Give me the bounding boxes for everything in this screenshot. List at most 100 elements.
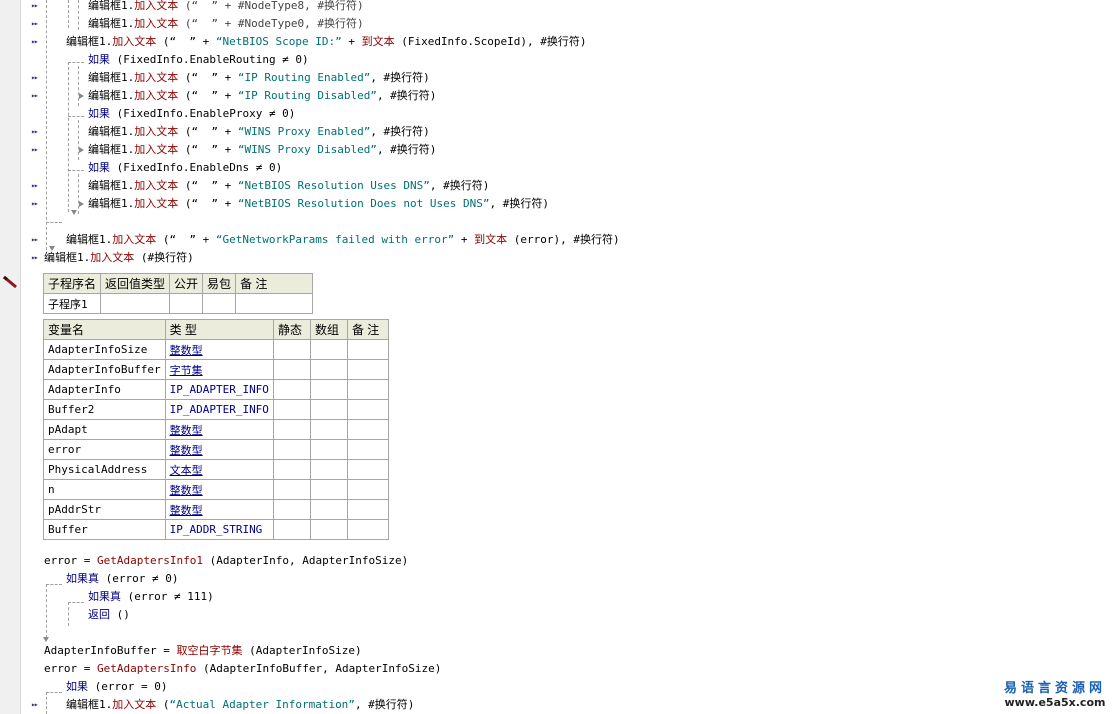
table-row[interactable]: Buffer2 IP_ADAPTER_INFO <box>43 399 389 420</box>
code-line[interactable]: 如果 (FixedInfo.EnableRouting ≠ 0) <box>88 51 309 69</box>
code-line[interactable]: 编辑框1.加入文本 (“ ” + #NodeType0, #换行符) <box>88 15 364 33</box>
variable-type-link[interactable]: 整数型 <box>164 439 274 460</box>
breakpoint-icon[interactable]: ▸▸ <box>31 696 41 714</box>
code-line[interactable]: 编辑框1.加入文本 (“Actual Adapter Information”,… <box>66 696 414 714</box>
code-line[interactable]: 编辑框1.加入文本 (“ ” + “GetNetworkParams faile… <box>66 231 620 249</box>
code-line[interactable]: 如果 (FixedInfo.EnableProxy ≠ 0) <box>88 105 295 123</box>
table-cell[interactable] <box>272 359 311 380</box>
table-row[interactable]: AdapterInfoBuffer 字节集 <box>43 359 389 380</box>
table-cell[interactable] <box>309 459 348 480</box>
table-cell[interactable] <box>309 519 348 540</box>
code-line[interactable]: 编辑框1.加入文本 (“ ” + “NetBIOS Resolution Doe… <box>88 195 549 213</box>
breakpoint-icon[interactable]: ▸▸ <box>31 195 41 213</box>
editor-gutter[interactable] <box>0 0 21 714</box>
table-row[interactable]: PhysicalAddress 文本型 <box>43 459 389 480</box>
variable-name[interactable]: AdapterInfo <box>43 379 166 400</box>
table-cell[interactable] <box>272 399 311 420</box>
table-cell[interactable] <box>346 359 389 380</box>
code-line[interactable]: 编辑框1.加入文本 (“ ” + #NodeType8, #换行符) <box>88 0 364 15</box>
variable-type-link[interactable]: 文本型 <box>164 459 274 480</box>
breakpoint-icon[interactable]: ▸▸ <box>31 123 41 141</box>
table-row[interactable]: Buffer IP_ADDR_STRING <box>43 519 389 540</box>
table-cell[interactable] <box>100 293 171 314</box>
variable-name[interactable]: Buffer2 <box>43 399 166 420</box>
table-cell[interactable] <box>235 293 314 314</box>
table-cell[interactable] <box>309 359 348 380</box>
variable-type-link[interactable]: 字节集 <box>164 359 274 380</box>
code-line[interactable]: AdapterInfoBuffer = 取空白字节集 (AdapterInfoS… <box>44 642 362 660</box>
table-cell[interactable] <box>272 519 311 540</box>
table-cell[interactable] <box>309 339 348 360</box>
variable-name[interactable]: Buffer <box>43 519 166 540</box>
code-line[interactable]: 如果真 (error ≠ 0) <box>66 570 178 588</box>
breakpoint-icon[interactable]: ▸▸ <box>31 177 41 195</box>
table-cell[interactable] <box>309 479 348 500</box>
table-cell[interactable] <box>272 339 311 360</box>
table-cell[interactable] <box>346 459 389 480</box>
code-line[interactable]: 如果真 (error ≠ 111) <box>88 588 214 606</box>
code-line[interactable]: 编辑框1.加入文本 (#换行符) <box>44 249 194 267</box>
variable-name[interactable]: AdapterInfoSize <box>43 339 166 360</box>
breakpoint-icon[interactable]: ▸▸ <box>31 69 41 87</box>
code-line[interactable]: 编辑框1.加入文本 (“ ” + “WINS Proxy Disabled”, … <box>88 141 436 159</box>
code-line[interactable]: 编辑框1.加入文本 (“ ” + “NetBIOS Resolution Use… <box>88 177 489 195</box>
table-cell[interactable] <box>346 499 389 520</box>
variable-name[interactable]: PhysicalAddress <box>43 459 166 480</box>
table-cell[interactable] <box>309 439 348 460</box>
variable-name[interactable]: AdapterInfoBuffer <box>43 359 166 380</box>
code-line[interactable]: 返回 () <box>88 606 130 624</box>
breakpoint-icon[interactable]: ▸▸ <box>31 249 41 267</box>
breakpoint-icon[interactable]: ▸▸ <box>31 15 41 33</box>
table-cell[interactable] <box>272 479 311 500</box>
breakpoint-icon[interactable]: ▸▸ <box>31 231 41 249</box>
table-cell[interactable] <box>346 519 389 540</box>
breakpoint-icon[interactable]: ▸▸ <box>31 87 41 105</box>
table-cell[interactable] <box>169 293 204 314</box>
table-row[interactable]: pAddrStr 整数型 <box>43 499 389 520</box>
variable-name[interactable]: pAddrStr <box>43 499 166 520</box>
table-cell[interactable] <box>346 419 389 440</box>
code-line[interactable]: 如果 (error = 0) <box>66 678 167 696</box>
breakpoint-icon[interactable]: ▸▸ <box>31 0 41 15</box>
table-cell[interactable] <box>272 459 311 480</box>
code-line[interactable]: 编辑框1.加入文本 (“ ” + “IP Routing Disabled”, … <box>88 87 436 105</box>
breakpoint-icon[interactable]: ▸▸ <box>31 33 41 51</box>
code-line[interactable]: 编辑框1.加入文本 (“ ” + “IP Routing Enabled”, #… <box>88 69 430 87</box>
table-cell[interactable] <box>346 379 389 400</box>
table-cell[interactable] <box>272 419 311 440</box>
variable-type-link[interactable]: 整数型 <box>164 499 274 520</box>
breakpoint-icon[interactable]: ▸▸ <box>31 141 41 159</box>
table-cell[interactable] <box>272 439 311 460</box>
variable-type-link[interactable]: 整数型 <box>164 419 274 440</box>
table-cell[interactable] <box>346 399 389 420</box>
code-line[interactable]: error = GetAdaptersInfo (AdapterInfoBuff… <box>44 660 441 678</box>
table-row[interactable]: n 整数型 <box>43 479 389 500</box>
table-cell[interactable] <box>309 379 348 400</box>
table-cell[interactable] <box>202 293 237 314</box>
table-cell[interactable] <box>309 499 348 520</box>
table-cell[interactable] <box>309 399 348 420</box>
table-cell[interactable] <box>272 499 311 520</box>
subroutine-name-cell[interactable]: 子程序1 <box>42 293 102 314</box>
table-cell[interactable] <box>309 419 348 440</box>
code-line[interactable]: error = GetAdaptersInfo1 (AdapterInfo, A… <box>44 552 408 570</box>
code-line[interactable]: 编辑框1.加入文本 (“ ” + “WINS Proxy Enabled”, #… <box>88 123 430 141</box>
variable-type-link[interactable]: 整数型 <box>164 479 274 500</box>
table-cell[interactable] <box>346 439 389 460</box>
table-row[interactable]: error 整数型 <box>43 439 389 460</box>
variable-name[interactable]: n <box>43 479 166 500</box>
variable-type-link[interactable]: 整数型 <box>164 339 274 360</box>
table-cell[interactable] <box>346 339 389 360</box>
variable-type-link[interactable]: IP_ADAPTER_INFO <box>164 399 274 420</box>
table-row[interactable]: AdapterInfoSize 整数型 <box>43 339 389 360</box>
table-cell[interactable] <box>272 379 311 400</box>
table-row[interactable]: AdapterInfo IP_ADAPTER_INFO <box>43 379 389 400</box>
variable-type-link[interactable]: IP_ADDR_STRING <box>164 519 274 540</box>
table-row[interactable]: pAdapt 整数型 <box>43 419 389 440</box>
code-line[interactable]: 如果 (FixedInfo.EnableDns ≠ 0) <box>88 159 282 177</box>
code-line[interactable]: 编辑框1.加入文本 (“ ” + “NetBIOS Scope ID:” + 到… <box>66 33 587 51</box>
variable-name[interactable]: pAdapt <box>43 419 166 440</box>
table-cell[interactable] <box>346 479 389 500</box>
variable-type-link[interactable]: IP_ADAPTER_INFO <box>164 379 274 400</box>
variable-name[interactable]: error <box>43 439 166 460</box>
